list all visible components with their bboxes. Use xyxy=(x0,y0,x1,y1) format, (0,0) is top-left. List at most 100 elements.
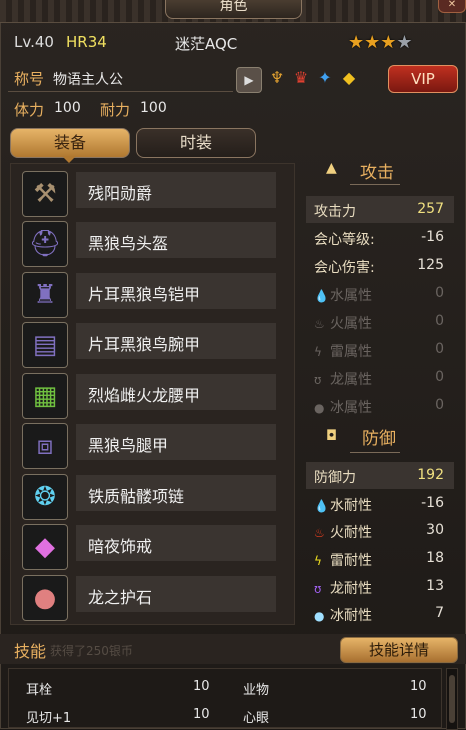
equipment-name: 烈焰雌火龙腰甲 xyxy=(88,386,201,405)
equipment-slot[interactable]: ▦ 烈焰雌火龙腰甲 xyxy=(22,370,277,419)
stat-label: 防御力 xyxy=(314,470,356,486)
stat-value: 7 xyxy=(435,605,444,621)
stat-row: ʊ 龙耐性 13 xyxy=(306,573,454,600)
dragon-icon: ʊ xyxy=(314,582,322,596)
equipment-name: 龙之护石 xyxy=(88,588,153,607)
stat-label: 攻击力 xyxy=(314,204,356,220)
skill-value: 10 xyxy=(193,707,210,722)
skill-name: 见切+1 xyxy=(26,711,72,726)
equipment-name: 暗夜饰戒 xyxy=(88,537,153,556)
stat-value: 13 xyxy=(426,578,444,594)
shield-icon: ◘ xyxy=(326,428,338,444)
stat-label: 水属性 xyxy=(330,288,372,304)
skill-details-button[interactable]: 技能详情 xyxy=(340,637,458,663)
stat-value: 0 xyxy=(435,341,444,357)
level-label: Lv.40 xyxy=(14,33,54,51)
stat-label: 雷属性 xyxy=(330,344,372,360)
stat-row: ♨ 火属性 0 xyxy=(306,308,454,335)
skills-title: 技能 xyxy=(14,642,47,661)
star-icon: ★ xyxy=(348,32,365,53)
talisman-icon: ● xyxy=(22,575,68,621)
close-button[interactable]: ✕ xyxy=(438,0,466,13)
divider xyxy=(350,184,400,189)
stat-label: 会心等级: xyxy=(314,232,375,248)
stat-value: 18 xyxy=(426,550,444,566)
title-value: 物语主人公 xyxy=(53,72,123,88)
equipment-slot[interactable]: ▤ 片耳黑狼鸟腕甲 xyxy=(22,319,277,368)
ice-icon: ● xyxy=(314,609,325,623)
equipment-slot[interactable]: ❂ 铁质骷髅项链 xyxy=(22,471,277,520)
stat-row: ϟ 雷耐性 18 xyxy=(306,545,454,572)
play-button[interactable]: ▶ xyxy=(236,67,262,93)
title-label: 称号 xyxy=(14,70,45,88)
stat-label: 龙耐性 xyxy=(330,581,372,597)
stamina-label: 体力 xyxy=(14,101,45,119)
attack-icon: ▲ xyxy=(326,160,337,176)
tab-fashion[interactable]: 时装 xyxy=(136,128,256,158)
equipment-name: 片耳黑狼鸟腕甲 xyxy=(88,335,201,354)
divider xyxy=(8,91,233,92)
stat-label: 火耐性 xyxy=(330,525,372,541)
stat-value: 192 xyxy=(417,467,444,483)
stat-row: ♨ 火耐性 30 xyxy=(306,517,454,544)
skill-value: 10 xyxy=(193,679,210,694)
thunder-icon: ϟ xyxy=(314,554,322,568)
stat-row: 攻击力 257 xyxy=(306,196,454,223)
active-tab-indicator xyxy=(62,156,76,163)
star-icon: ★ xyxy=(380,32,397,53)
necklace-icon: ❂ xyxy=(22,474,68,520)
defense-header: 防御 xyxy=(362,429,396,449)
stat-value: 30 xyxy=(426,522,444,538)
ice-icon: ● xyxy=(314,401,325,415)
wings-badge-icon[interactable]: ♆ xyxy=(266,67,288,89)
ring-icon: ◆ xyxy=(22,524,68,570)
fire-icon: ♨ xyxy=(314,526,325,540)
stat-value: 257 xyxy=(417,201,444,217)
skill-value: 10 xyxy=(410,707,427,722)
stamina-value: 100 xyxy=(54,100,81,116)
fire-icon: ♨ xyxy=(314,317,325,331)
stat-label: 冰属性 xyxy=(330,400,372,416)
helmet-icon: ⛑ xyxy=(22,221,68,267)
skill-name: 业物 xyxy=(243,683,270,698)
equipment-slot[interactable]: ⚒ 残阳勋爵 xyxy=(22,168,277,217)
stat-value: 0 xyxy=(435,313,444,329)
star-empty-icon: ★ xyxy=(396,32,413,53)
stat-row: 会心伤害: 125 xyxy=(306,252,454,279)
stat-value: 0 xyxy=(435,285,444,301)
stat-label: 冰耐性 xyxy=(330,608,372,624)
scroll-thumb[interactable] xyxy=(449,675,455,723)
equipment-name: 铁质骷髅项链 xyxy=(88,487,185,506)
endurance-value: 100 xyxy=(140,100,167,116)
divider xyxy=(350,452,400,457)
skills-hint: 获得了250银币 xyxy=(50,644,133,658)
stat-value: 0 xyxy=(435,369,444,385)
stat-row: 防御力 192 xyxy=(306,462,454,489)
equipment-name: 黑狼鸟头盔 xyxy=(88,234,169,253)
equipment-slot[interactable]: ◆ 暗夜饰戒 xyxy=(22,521,277,570)
stat-value: 125 xyxy=(417,257,444,273)
stat-row: 会心等级: -16 xyxy=(306,224,454,251)
water-icon: 💧 xyxy=(314,499,329,513)
skill-name: 耳栓 xyxy=(26,683,53,698)
equipment-name: 残阳勋爵 xyxy=(88,184,153,203)
stat-row: ● 冰耐性 7 xyxy=(306,600,454,627)
equipment-slot[interactable]: ⧈ 黑狼鸟腿甲 xyxy=(22,420,277,469)
armor-icon: ♜ xyxy=(22,272,68,318)
tab-equipment[interactable]: 装备 xyxy=(10,128,130,158)
vip-button[interactable]: VIP xyxy=(388,65,458,93)
stat-label: 龙属性 xyxy=(330,372,372,388)
skills-scrollbar[interactable] xyxy=(446,668,458,730)
equipment-slot[interactable]: ● 龙之护石 xyxy=(22,572,277,621)
lightning-badge-icon[interactable]: ✦ xyxy=(314,67,336,89)
stat-row: ʊ 龙属性 0 xyxy=(306,364,454,391)
window-title: 角色 xyxy=(165,0,302,19)
stat-label: 雷耐性 xyxy=(330,553,372,569)
crown-badge-icon[interactable]: ♛ xyxy=(290,67,312,89)
skill-value: 10 xyxy=(410,679,427,694)
gem-badge-icon[interactable]: ◆ xyxy=(338,67,360,89)
stat-value: -16 xyxy=(421,495,444,511)
equipment-slot[interactable]: ♜ 片耳黑狼鸟铠甲 xyxy=(22,269,277,318)
equipment-slot[interactable]: ⛑ 黑狼鸟头盔 xyxy=(22,218,277,267)
water-icon: 💧 xyxy=(314,289,329,303)
